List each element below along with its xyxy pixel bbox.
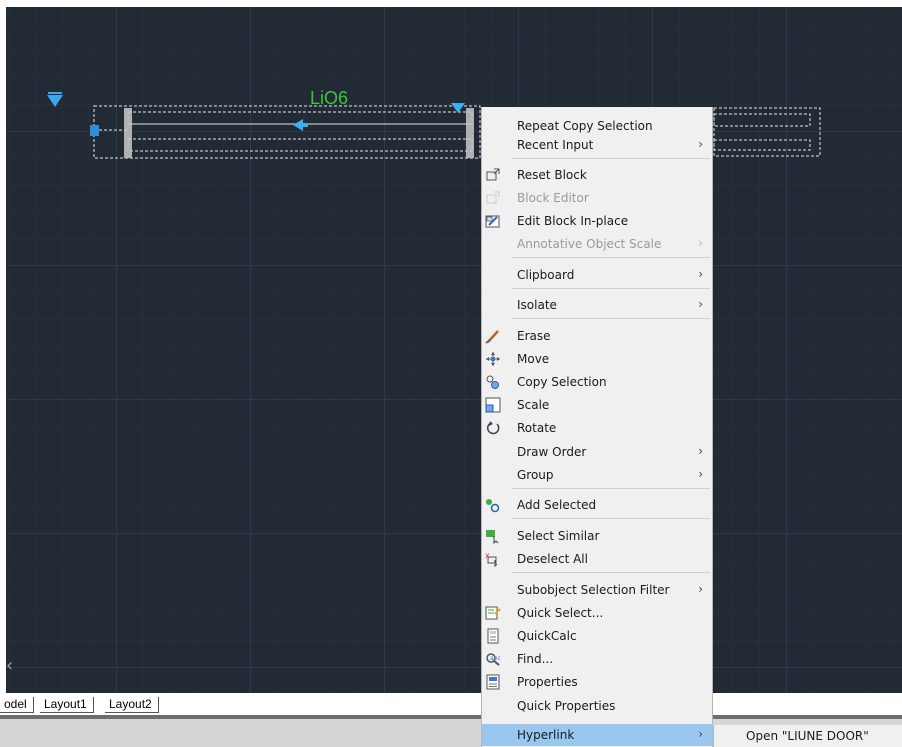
menu-separator [512,288,710,289]
menu-separator [512,257,710,258]
context-menu: Repeat Copy Selection Recent Input › Reset … [481,107,713,747]
hyperlink-submenu: Open "LIUNE DOOR" [713,725,902,747]
open-hyperlink-item[interactable]: Open "LIUNE DOOR" [746,729,869,743]
menu-item-select-similar[interactable]: Select Similar [482,525,713,547]
block-editor-icon [485,190,501,206]
submenu-chevron-icon: › [698,444,703,458]
menu-item-move[interactable]: Move [482,348,713,370]
menu-item-label: Erase [517,329,551,343]
menu-item-find[interactable]: abc Find... [482,648,713,670]
move-icon [485,351,501,367]
menu-item-quickcalc[interactable]: QuickCalc [482,625,713,647]
properties-icon [485,674,501,690]
submenu-chevron-icon: › [698,297,703,311]
menu-item-copy-selection[interactable]: Copy Selection [482,371,713,393]
add-selected-icon [485,497,501,513]
menu-item-label: Scale [517,398,550,412]
menu-item-label: Block Editor [517,191,589,205]
ucs-triangle-base [48,92,62,94]
menu-item-reset-block[interactable]: Reset Block [482,164,713,186]
submenu-chevron-icon: › [698,582,703,596]
menu-item-label: Group [517,468,554,482]
menu-item-clipboard[interactable]: Clipboard › [482,264,713,286]
rotate-icon [485,420,501,436]
deselect-all-icon: x [485,551,501,568]
menu-item-label: Move [517,352,550,366]
menu-item-recent-input[interactable]: Recent Input › [482,134,713,156]
submenu-chevron-icon: › [698,137,703,151]
menu-separator [512,488,710,489]
svg-text:abc: abc [490,655,501,662]
menu-item-label: Edit Block In-place [517,214,629,228]
tab-layout2[interactable]: Layout2 [105,697,159,713]
hatched-post-left [124,108,132,158]
flip-grip-arrow-icon[interactable] [293,119,303,131]
quick-select-icon [485,605,501,621]
menu-item-label: Hyperlink [517,728,575,742]
select-similar-icon [485,528,501,545]
menu-separator [512,158,710,159]
menu-item-group[interactable]: Group › [482,464,713,486]
reset-block-icon [485,167,501,183]
menu-item-hyperlink[interactable]: Hyperlink › [482,724,713,746]
menu-item-label: Recent Input [517,138,594,152]
ucs-triangle-icon [47,95,63,107]
menu-item-label: Properties [517,675,578,689]
menu-item-label: Find... [517,652,554,666]
menu-item-erase[interactable]: Erase [482,325,713,347]
menu-item-quick-properties[interactable]: Quick Properties [482,695,713,717]
menu-item-add-selected[interactable]: Add Selected [482,494,713,516]
menu-item-edit-block-in-place[interactable]: Edit Block In-place [482,210,713,232]
scroll-left-icon[interactable]: ‹ [6,657,13,675]
menu-item-label: Copy Selection [517,375,607,389]
menu-item-draw-order[interactable]: Draw Order › [482,441,713,463]
menu-item-label: Select Similar [517,529,600,543]
flip-grip-arrow-tail [302,123,308,127]
drawing-overlay: LiO6 [47,88,821,159]
submenu-chevron-icon: › [698,727,703,741]
tab-layout1[interactable]: Layout1 [40,697,94,713]
selected-block[interactable] [93,105,481,159]
scale-icon [485,397,501,413]
quickcalc-icon [485,628,501,644]
menu-item-label: Add Selected [517,498,597,512]
menu-item-block-editor: Block Editor [482,187,713,209]
menu-item-rotate[interactable]: Rotate [482,417,713,439]
edit-block-inplace-icon [485,213,501,229]
menu-item-label: Deselect All [517,552,588,566]
menu-item-isolate[interactable]: Isolate › [482,294,713,316]
hatched-post-right [466,108,474,158]
menu-separator [512,518,710,519]
menu-item-label: Reset Block [517,168,587,182]
find-icon: abc [485,651,501,667]
menu-item-label: Repeat Copy Selection [517,119,653,133]
menu-separator [512,318,710,319]
menu-item-label: Isolate [517,298,557,312]
menu-item-label: Draw Order [517,445,587,459]
menu-item-label: Clipboard [517,268,575,282]
submenu-chevron-icon: › [698,467,703,481]
menu-item-label: Subobject Selection Filter [517,583,670,597]
menu-item-label: QuickCalc [517,629,577,643]
menu-item-deselect-all[interactable]: x Deselect All [482,548,713,570]
menu-item-subobject-selection-filter[interactable]: Subobject Selection Filter › [482,579,713,601]
menu-item-label: Annotative Object Scale [517,237,662,251]
layout-tabs-bar: odel Layout1 Layout2 [0,693,902,719]
tab-model[interactable]: odel [0,697,34,713]
base-grip[interactable] [90,125,99,136]
selected-block-right[interactable] [713,107,821,157]
block-label: LiO6 [310,88,348,108]
menu-item-label: Quick Properties [517,699,616,713]
menu-item-annotative-object-scale: Annotative Object Scale › [482,233,713,255]
menu-separator [512,572,710,573]
menu-item-quick-select[interactable]: Quick Select... [482,602,713,624]
submenu-chevron-icon: › [698,267,703,281]
copy-selection-icon [485,374,501,390]
erase-icon [485,328,501,344]
menu-item-properties[interactable]: Properties [482,671,713,693]
menu-item-label: Quick Select... [517,606,604,620]
submenu-chevron-icon: › [698,236,703,250]
menu-item-scale[interactable]: Scale [482,394,713,416]
menu-item-label: Rotate [517,421,557,435]
